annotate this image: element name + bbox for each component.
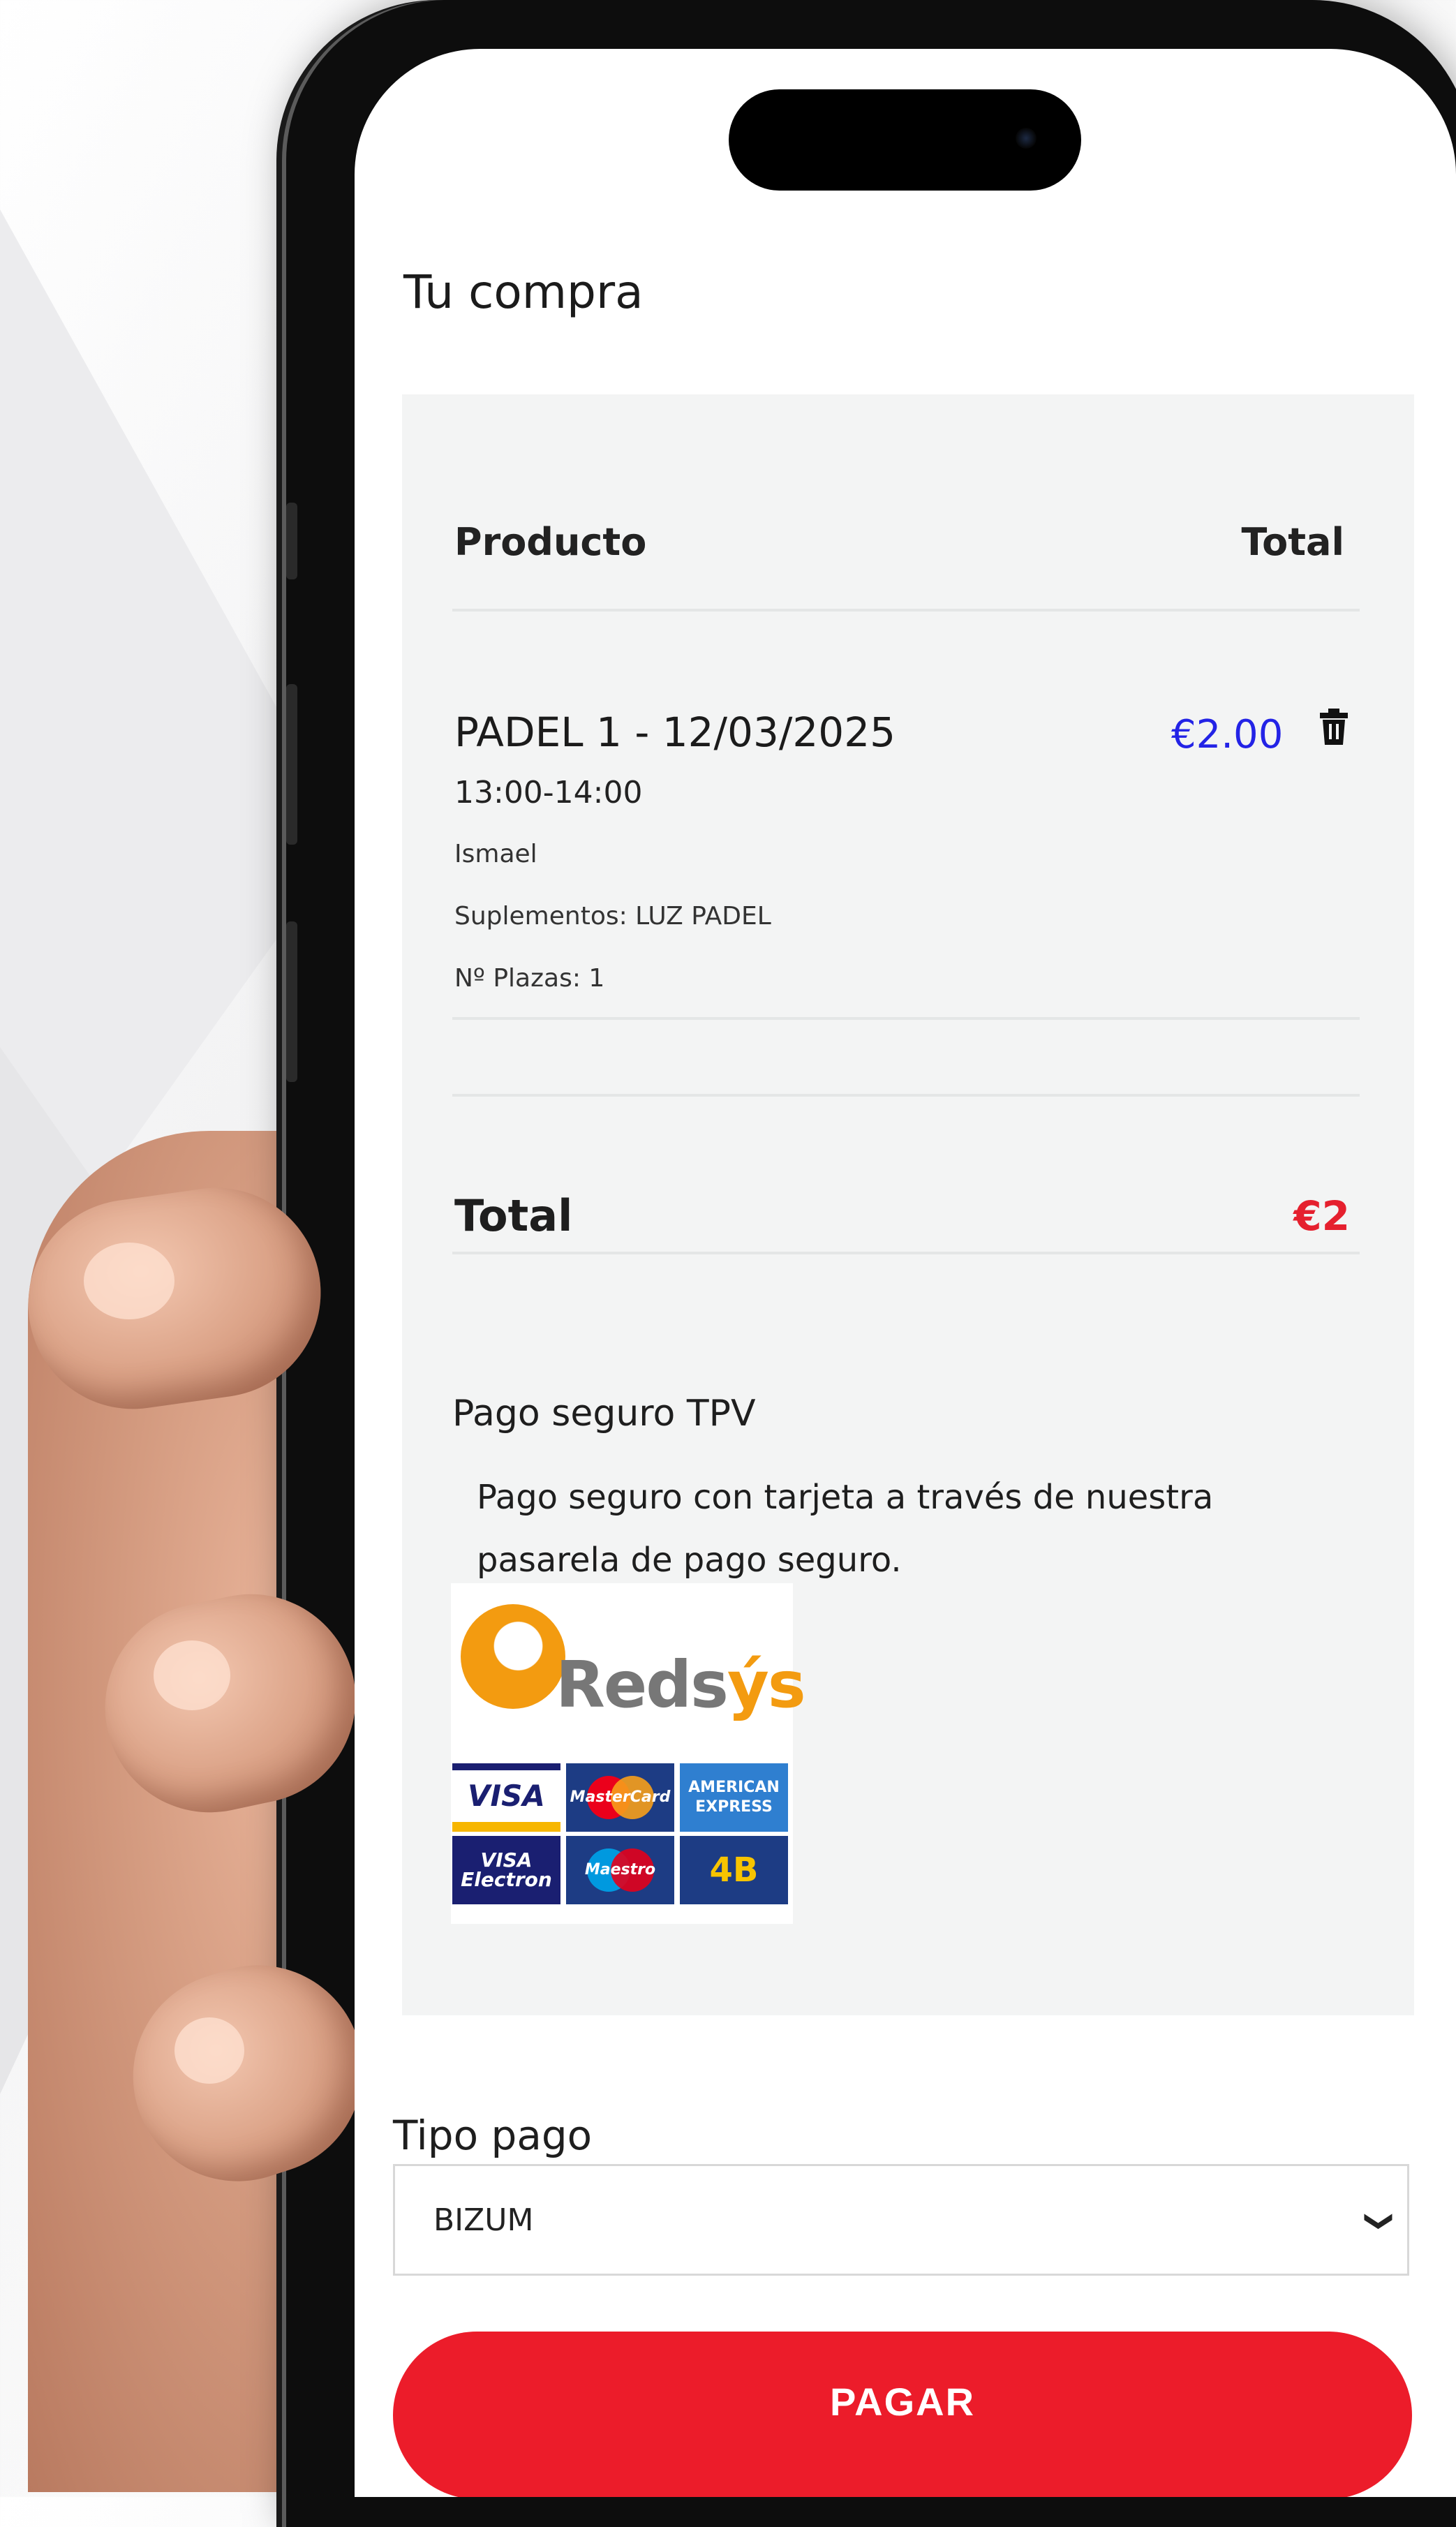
item-seats: Nº Plazas: 1 bbox=[454, 964, 605, 993]
phone-side-button bbox=[286, 503, 297, 579]
visa-logo: VISA bbox=[452, 1763, 560, 1832]
total-label: Total bbox=[454, 1190, 573, 1241]
item-user: Ismael bbox=[454, 840, 537, 868]
column-header-product: Producto bbox=[454, 520, 647, 564]
redsys-logo-text: Redsýs bbox=[556, 1647, 806, 1722]
payment-method-description: Pago seguro con tarjeta a través de nues… bbox=[477, 1478, 1214, 1580]
chevron-down-icon: ❯ bbox=[1364, 2209, 1397, 2233]
divider bbox=[452, 1094, 1360, 1097]
phone-side-button bbox=[286, 921, 297, 1082]
phone-screen: Tu compra Producto Total PADEL 1 - 12/03… bbox=[355, 49, 1456, 2497]
pay-button[interactable]: PAGAR bbox=[393, 2332, 1412, 2497]
payment-type-select[interactable]: BIZUM ❯ bbox=[393, 2164, 1409, 2276]
item-name: PADEL 1 - 12/03/2025 bbox=[454, 709, 896, 756]
amex-logo: AMERICAN EXPRESS bbox=[680, 1763, 788, 1832]
divider bbox=[452, 1252, 1360, 1254]
redsys-payment-logos: Redsýs VISA MasterCard AMERICAN EXPRESS … bbox=[451, 1583, 806, 1924]
item-time: 13:00-14:00 bbox=[454, 775, 643, 810]
mastercard-logo: MasterCard bbox=[566, 1763, 674, 1832]
total-value: €2 bbox=[1293, 1192, 1350, 1240]
payment-method-title: Pago seguro TPV bbox=[452, 1393, 756, 1435]
fingernail bbox=[174, 2017, 244, 2084]
payment-type-label: Tipo pago bbox=[393, 2112, 593, 2159]
dynamic-island bbox=[729, 89, 1081, 191]
fingernail bbox=[154, 1640, 230, 1710]
divider bbox=[452, 1017, 1360, 1020]
column-header-total: Total bbox=[1241, 520, 1344, 564]
pay-button-label: PAGAR bbox=[829, 2380, 976, 2424]
camera-icon bbox=[1016, 128, 1037, 149]
4b-logo: 4B bbox=[680, 1836, 788, 1904]
redsys-logo-icon bbox=[461, 1604, 565, 1709]
trash-icon[interactable] bbox=[1320, 709, 1348, 745]
item-price: €2.00 bbox=[1171, 712, 1284, 757]
maestro-logo: Maestro bbox=[566, 1836, 674, 1904]
visa-electron-logo: VISA Electron bbox=[452, 1836, 560, 1904]
fingernail bbox=[84, 1243, 174, 1319]
divider bbox=[452, 609, 1360, 612]
item-supplements: Suplementos: LUZ PADEL bbox=[454, 902, 771, 931]
page-title: Tu compra bbox=[403, 265, 644, 319]
phone-side-button bbox=[286, 684, 297, 845]
payment-type-value: BIZUM bbox=[433, 2202, 534, 2238]
